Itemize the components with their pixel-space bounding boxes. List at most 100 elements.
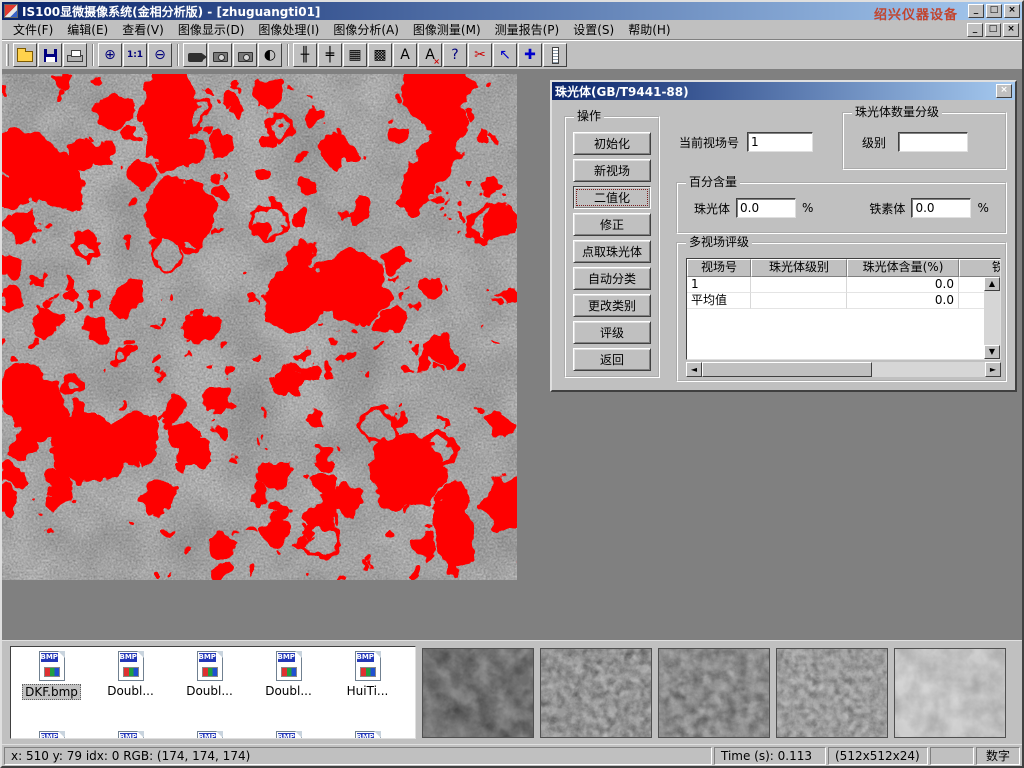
menu-image-analysis[interactable]: 图像分析(A) — [326, 20, 406, 39]
bmp-file-icon: BMP — [197, 651, 223, 681]
file-label: Doubl... — [105, 684, 156, 698]
delete-text-icon[interactable]: A× — [418, 43, 442, 67]
ferrite-percent-input[interactable] — [911, 198, 971, 218]
grid-icon[interactable]: ▦ — [343, 43, 367, 67]
annotate-text-icon[interactable]: A — [393, 43, 417, 67]
op-correct-button[interactable]: 修正 — [573, 213, 651, 236]
bottom-panel: BMPDKF.bmpBMPDoubl...BMPDoubl...BMPDoubl… — [2, 640, 1022, 744]
file-item[interactable]: BMP Doubl... — [249, 651, 328, 700]
menu-edit[interactable]: 编辑(E) — [60, 20, 115, 39]
table-row[interactable]: 平均值 0.0 — [687, 293, 1000, 309]
save-icon — [44, 49, 57, 62]
file-label: HuiTi... — [345, 684, 391, 698]
close-button[interactable]: × — [1004, 4, 1020, 18]
menu-settings[interactable]: 设置(S) — [566, 20, 621, 39]
measure-vertical-icon[interactable]: ╫ — [293, 43, 317, 67]
titlebar[interactable]: IS100显微摄像系统(金相分析版) - [zhuguangti01] 绍兴仪器… — [2, 2, 1022, 20]
file-item[interactable]: BMP — [91, 731, 170, 739]
scroll-up-icon[interactable]: ▲ — [984, 277, 1000, 291]
toolbar-grip[interactable] — [6, 44, 9, 66]
percent-content-group-label: 百分含量 — [686, 175, 740, 189]
thumbnail-5[interactable] — [894, 648, 1006, 738]
file-item[interactable]: BMP — [328, 731, 407, 739]
bmp-file-icon: BMP — [118, 731, 144, 739]
op-initialize-button[interactable]: 初始化 — [573, 132, 651, 155]
mdi-close-button[interactable]: × — [1003, 23, 1019, 37]
file-label: Doubl... — [263, 684, 314, 698]
ruler-icon[interactable] — [543, 43, 567, 67]
measure-horizontal-icon[interactable]: ╪ — [318, 43, 342, 67]
menu-report[interactable]: 测量报告(P) — [488, 20, 567, 39]
cell-field: 平均值 — [687, 293, 751, 309]
op-return-button[interactable]: 返回 — [573, 348, 651, 371]
file-item[interactable]: BMPDoubl... — [170, 651, 249, 700]
op-grade-button[interactable]: 评级 — [573, 321, 651, 344]
menu-image-measure[interactable]: 图像测量(M) — [406, 20, 488, 39]
thumbnail-1[interactable] — [422, 648, 534, 738]
save-icon[interactable] — [38, 43, 62, 67]
snapshot-icon[interactable] — [208, 43, 232, 67]
scroll-right-icon[interactable]: ► — [985, 362, 1001, 377]
current-field-input[interactable] — [747, 132, 813, 152]
col-ferrite: 铁素 — [959, 259, 1001, 277]
table-vertical-scrollbar[interactable]: ▲ ▼ — [984, 277, 1000, 359]
menu-image-display[interactable]: 图像显示(D) — [171, 20, 252, 39]
menu-help[interactable]: 帮助(H) — [621, 20, 677, 39]
operation-group: 操作 初始化 新视场 二值化 修正 点取珠光体 自动分类 更改类别 评级 返回 — [564, 116, 660, 378]
file-item[interactable]: BMPDKF.bmp — [12, 651, 91, 700]
scrollbar-thumb[interactable] — [702, 362, 872, 377]
snapshot-icon — [213, 52, 228, 62]
op-binarize-button[interactable]: 二值化 — [573, 186, 651, 209]
file-item[interactable]: BMP — [170, 731, 249, 739]
menu-image-process[interactable]: 图像处理(I) — [251, 20, 326, 39]
grade-input[interactable] — [898, 132, 968, 152]
file-browser: BMPDKF.bmpBMPDoubl...BMPDoubl...BMPDoubl… — [10, 646, 416, 739]
col-pearlite-content: 珠光体含量(%) — [847, 259, 959, 277]
print-icon[interactable] — [63, 43, 87, 67]
op-new-field-button[interactable]: 新视场 — [573, 159, 651, 182]
scroll-left-icon[interactable]: ◄ — [686, 362, 702, 377]
mdi-restore-button[interactable]: □ — [985, 23, 1001, 37]
table-row[interactable]: 1 0.0 — [687, 277, 1000, 293]
help-icon[interactable]: ? — [443, 43, 467, 67]
thumbnail-4[interactable] — [776, 648, 888, 738]
table-horizontal-scrollbar[interactable]: ◄ ► — [686, 362, 1001, 377]
contrast-icon[interactable]: ◐ — [258, 43, 282, 67]
actual-size-icon[interactable]: 1:1 — [123, 43, 147, 67]
metallographic-image[interactable] — [2, 74, 517, 580]
zoom-out-icon[interactable]: ⊖ — [148, 43, 172, 67]
multi-field-grading-label: 多视场评级 — [686, 235, 752, 249]
operation-group-label: 操作 — [574, 109, 604, 123]
thumbnail-2[interactable] — [540, 648, 652, 738]
cut-icon[interactable]: ✂ — [468, 43, 492, 67]
thumbnail-strip — [422, 648, 1006, 738]
probe-icon[interactable]: ✚ — [518, 43, 542, 67]
thumbnail-3[interactable] — [658, 648, 770, 738]
bmp-file-icon: BMP — [276, 651, 302, 681]
file-item[interactable]: BMP — [249, 731, 328, 739]
capture-icon[interactable] — [233, 43, 257, 67]
open-folder-icon[interactable] — [13, 43, 37, 67]
menu-file[interactable]: 文件(F) — [6, 20, 60, 39]
op-auto-classify-button[interactable]: 自动分类 — [573, 267, 651, 290]
dialog-body: 操作 初始化 新视场 二值化 修正 点取珠光体 自动分类 更改类别 评级 返回 … — [552, 100, 1015, 390]
menu-view[interactable]: 查看(V) — [115, 20, 171, 39]
video-camera-icon[interactable] — [183, 43, 207, 67]
file-item[interactable]: BMP — [12, 731, 91, 739]
op-pick-pearlite-button[interactable]: 点取珠光体 — [573, 240, 651, 263]
pearlite-percent-input[interactable] — [736, 198, 796, 218]
mdi-minimize-button[interactable]: _ — [967, 23, 983, 37]
file-item[interactable]: BMPDoubl... — [91, 651, 170, 700]
dialog-titlebar[interactable]: 珠光体(GB/T9441-88) × — [552, 82, 1015, 100]
pointer-icon[interactable]: ↖ — [493, 43, 517, 67]
file-item[interactable]: BMPHuiTi... — [328, 651, 407, 700]
grid-add-icon[interactable]: ▩ — [368, 43, 392, 67]
restore-button[interactable]: □ — [986, 4, 1002, 18]
dialog-close-button[interactable]: × — [996, 84, 1012, 98]
zoom-in-icon[interactable]: ⊕ — [98, 43, 122, 67]
op-change-class-button[interactable]: 更改类别 — [573, 294, 651, 317]
pearlite-percent-unit: % — [802, 201, 813, 215]
scroll-down-icon[interactable]: ▼ — [984, 345, 1000, 359]
minimize-button[interactable]: _ — [968, 4, 984, 18]
bmp-file-icon: BMP — [276, 731, 302, 739]
